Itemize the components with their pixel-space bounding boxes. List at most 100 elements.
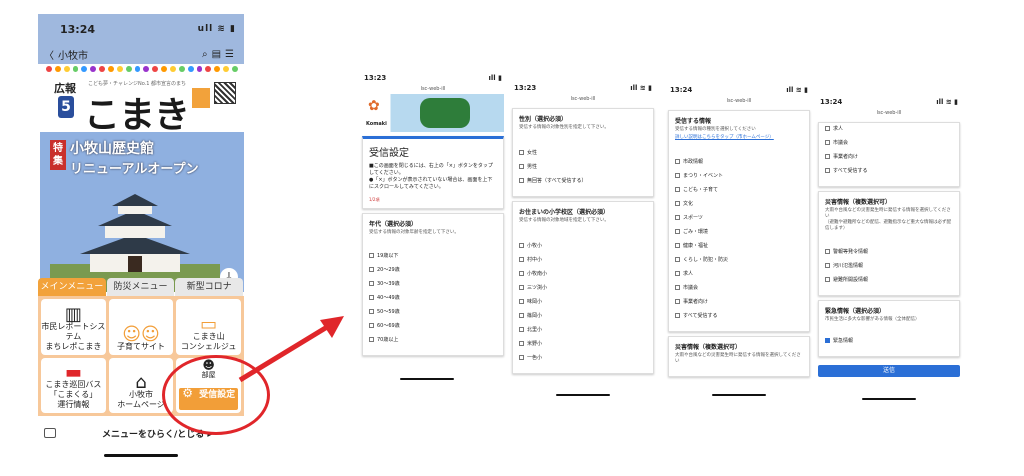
checkbox-checked[interactable] bbox=[825, 338, 830, 343]
road-icon: ▥ bbox=[64, 303, 82, 325]
school-option[interactable]: 小牧小 bbox=[519, 242, 647, 249]
checkbox[interactable] bbox=[825, 168, 830, 173]
age-option[interactable]: 60～69歳 bbox=[369, 322, 497, 329]
checkbox[interactable] bbox=[369, 337, 374, 342]
school-option[interactable]: 北里小 bbox=[519, 326, 647, 333]
school-option[interactable]: 味岡小 bbox=[519, 298, 647, 305]
tile-machi-report[interactable]: ▥ 市民レポートシステム まちレポこまき bbox=[41, 299, 106, 355]
gender-option[interactable]: 男性 bbox=[519, 163, 647, 170]
checkbox[interactable] bbox=[675, 187, 680, 192]
disaster-title: 災害情報（複数選択可） bbox=[675, 344, 742, 351]
checkbox[interactable] bbox=[369, 281, 374, 286]
info-option[interactable]: 市議会 bbox=[825, 139, 953, 146]
option-label: 60～69歳 bbox=[377, 323, 400, 329]
checkbox[interactable] bbox=[519, 271, 524, 276]
info-option[interactable]: すべて受信する bbox=[675, 312, 803, 319]
school-card: お住まいの小学校区（選択必須） 受信する情報の対象地域を指定して下さい。 小牧小… bbox=[512, 201, 654, 374]
checkbox[interactable] bbox=[675, 159, 680, 164]
checkbox[interactable] bbox=[825, 126, 830, 131]
tile-kosodate[interactable]: ☺☺ 子育てサイト bbox=[108, 299, 174, 355]
info-option[interactable]: 求人 bbox=[675, 270, 803, 277]
checkbox[interactable] bbox=[369, 267, 374, 272]
checkbox[interactable] bbox=[675, 201, 680, 206]
info-option[interactable]: 市議会 bbox=[675, 284, 803, 291]
checkbox[interactable] bbox=[675, 271, 680, 276]
disaster-card: 災害情報（複数選択可） 大雨や台風などの災害発生時に発信する情報を選択してくださ… bbox=[668, 336, 810, 377]
checkbox[interactable] bbox=[519, 341, 524, 346]
checkbox[interactable] bbox=[825, 154, 830, 159]
checkbox[interactable] bbox=[519, 285, 524, 290]
age-option[interactable]: 20～29歳 bbox=[369, 266, 497, 273]
checkbox[interactable] bbox=[369, 253, 374, 258]
checkbox[interactable] bbox=[519, 243, 524, 248]
checkbox[interactable] bbox=[519, 299, 524, 304]
info-option[interactable]: すべて受信する bbox=[825, 167, 953, 174]
info-option[interactable]: 市政情報 bbox=[675, 158, 803, 165]
checkbox[interactable] bbox=[519, 257, 524, 262]
school-option[interactable]: 米野小 bbox=[519, 340, 647, 347]
info-option[interactable]: 文化 bbox=[675, 200, 803, 207]
checkbox[interactable] bbox=[675, 215, 680, 220]
age-option[interactable]: 70歳以上 bbox=[369, 336, 497, 343]
checkbox[interactable] bbox=[369, 309, 374, 314]
disaster-option[interactable]: 避難所開設情報 bbox=[825, 276, 953, 283]
back-icon[interactable]: 〈 bbox=[44, 47, 54, 62]
school-option[interactable]: 篠岡小 bbox=[519, 312, 647, 319]
info-option[interactable]: こども・子育て bbox=[675, 186, 803, 193]
search-icon[interactable]: ⌕ bbox=[202, 49, 208, 60]
age-option[interactable]: 50～59歳 bbox=[369, 308, 497, 315]
settings-screen-1: 13:23 ıll ▮ lsc-web-ill ✿ Komaki 受信設定 ■この… bbox=[358, 72, 508, 392]
checkbox[interactable] bbox=[675, 257, 680, 262]
school-option[interactable]: 一色小 bbox=[519, 354, 647, 361]
checkbox[interactable] bbox=[675, 313, 680, 318]
issue-number: 5 bbox=[58, 96, 74, 118]
disaster-option[interactable]: 警報等発令情報 bbox=[825, 248, 953, 255]
checkbox[interactable] bbox=[825, 263, 830, 268]
info-link[interactable]: 詳しい説明はこちらをタップ（市ホームページ） bbox=[675, 134, 803, 140]
checkbox[interactable] bbox=[675, 229, 680, 234]
info-option[interactable]: 事業者向け bbox=[825, 153, 953, 160]
option-label: 求人 bbox=[683, 271, 694, 277]
checkbox[interactable] bbox=[519, 164, 524, 169]
checkbox[interactable] bbox=[369, 295, 374, 300]
magazine-cover[interactable]: 広報 5 こども夢・チャレンジNo.1 都市宣言のまち こまき 特集 小牧山歴史… bbox=[40, 64, 244, 292]
tab-main-menu[interactable]: メインメニュー bbox=[38, 278, 106, 296]
checkbox[interactable] bbox=[519, 150, 524, 155]
checkbox[interactable] bbox=[825, 249, 830, 254]
checkbox[interactable] bbox=[369, 323, 374, 328]
checkbox[interactable] bbox=[825, 277, 830, 282]
tab-covid[interactable]: 新型コロナ bbox=[175, 278, 244, 296]
checkbox[interactable] bbox=[519, 313, 524, 318]
checkbox[interactable] bbox=[675, 285, 680, 290]
checkbox[interactable] bbox=[675, 243, 680, 248]
info-option[interactable]: 求人 bbox=[825, 125, 953, 132]
menu-icon[interactable]: ☰ bbox=[225, 49, 234, 60]
tile-bus[interactable]: ▬ こまき巡回バス 「こまくる」 運行情報 bbox=[41, 357, 106, 413]
checkbox[interactable] bbox=[675, 299, 680, 304]
age-option[interactable]: 40～49歳 bbox=[369, 294, 497, 301]
info-option[interactable]: くらし・防犯・防災 bbox=[675, 256, 803, 263]
info-option[interactable]: 健康・福祉 bbox=[675, 242, 803, 249]
submit-button[interactable]: 送信 bbox=[818, 365, 960, 377]
tab-disaster-menu[interactable]: 防災メニュー bbox=[106, 278, 175, 296]
disaster-option[interactable]: 河川氾濫情報 bbox=[825, 262, 953, 269]
checkbox[interactable] bbox=[675, 173, 680, 178]
page-icon[interactable]: ▤ bbox=[212, 49, 221, 60]
info-option[interactable]: ごみ・環境 bbox=[675, 228, 803, 235]
gender-option[interactable]: 無回答（すべて受信する） bbox=[519, 177, 647, 184]
status-bar: 13:23 ıll ≋ ▮ bbox=[508, 82, 658, 94]
info-option[interactable]: 事業者向け bbox=[675, 298, 803, 305]
info-option[interactable]: スポーツ bbox=[675, 214, 803, 221]
school-option[interactable]: 村中小 bbox=[519, 256, 647, 263]
checkbox[interactable] bbox=[519, 327, 524, 332]
age-option[interactable]: 30～39歳 bbox=[369, 280, 497, 287]
checkbox[interactable] bbox=[519, 355, 524, 360]
gender-option[interactable]: 女性 bbox=[519, 149, 647, 156]
emergency-option[interactable]: 緊急情報 bbox=[825, 337, 953, 344]
school-option[interactable]: 三ツ渕小 bbox=[519, 284, 647, 291]
checkbox[interactable] bbox=[519, 178, 524, 183]
school-option[interactable]: 小牧南小 bbox=[519, 270, 647, 277]
info-option[interactable]: まつり・イベント bbox=[675, 172, 803, 179]
age-option[interactable]: 19歳以下 bbox=[369, 252, 497, 259]
checkbox[interactable] bbox=[825, 140, 830, 145]
